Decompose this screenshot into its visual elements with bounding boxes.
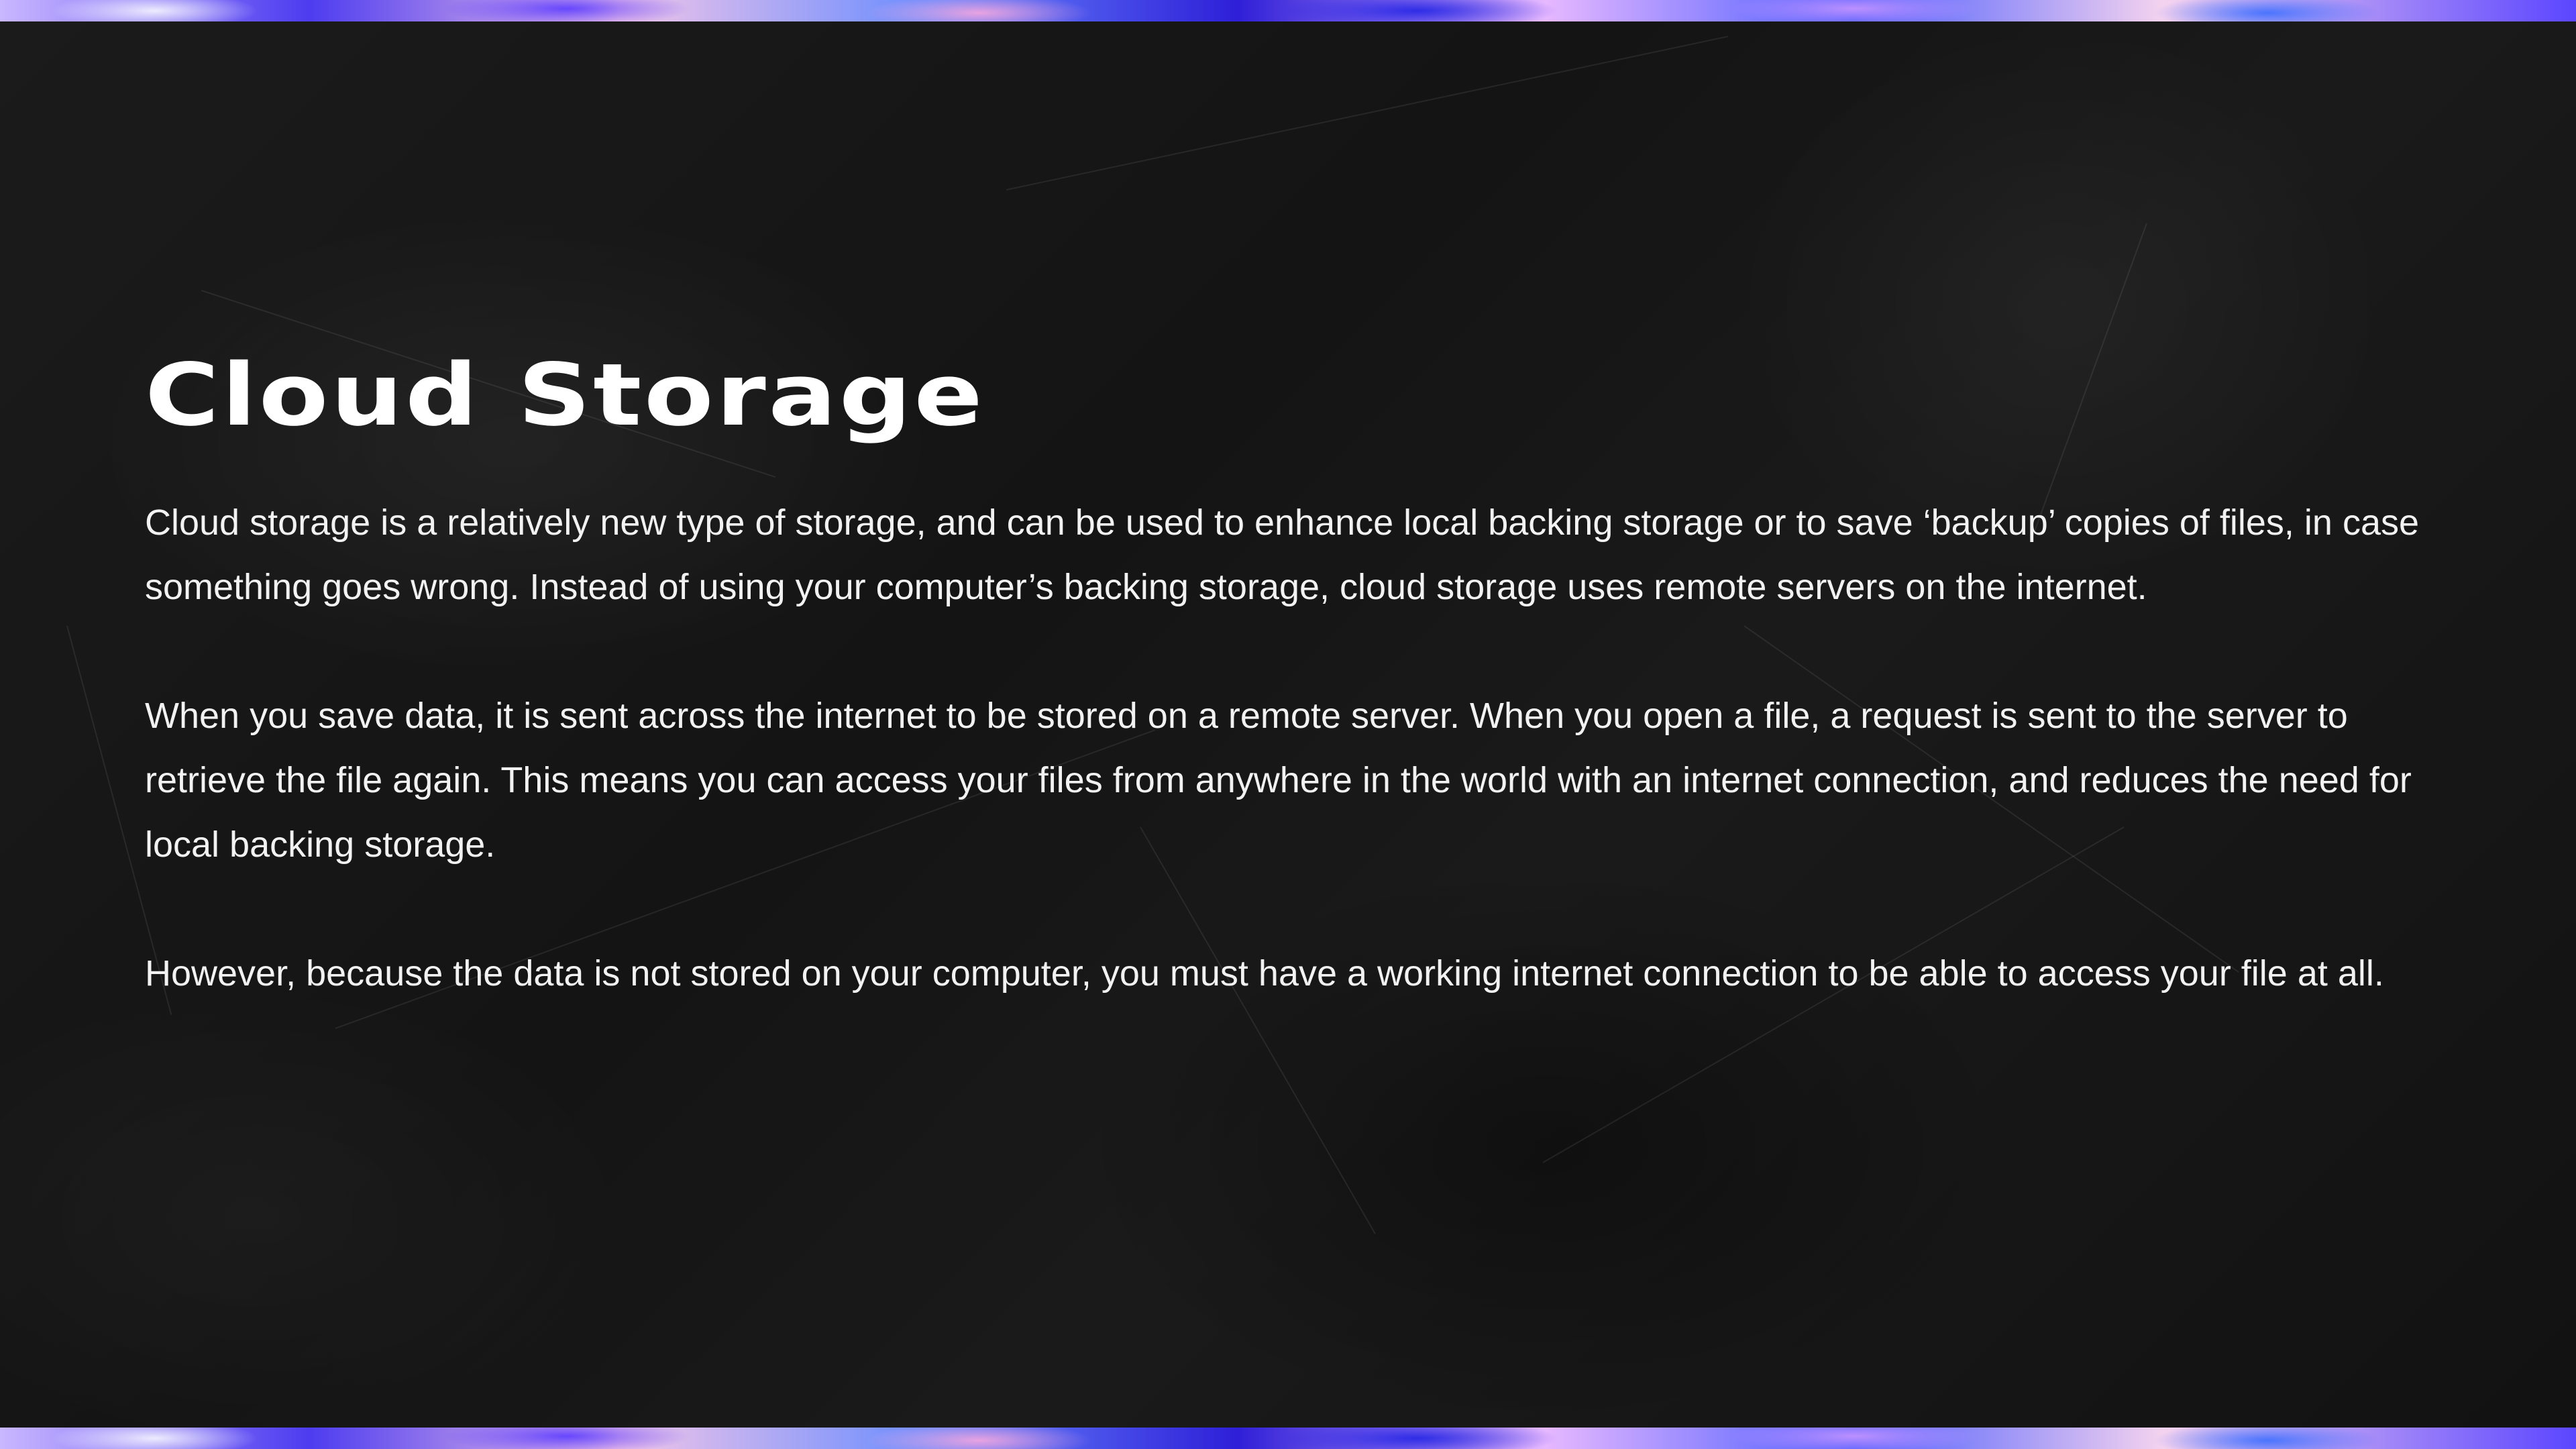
slide-title: Cloud Storage xyxy=(145,345,985,445)
slide: Cloud Storage Cloud storage is a relativ… xyxy=(0,0,2576,1449)
paragraph-drawback: However, because the data is not stored … xyxy=(145,953,2384,994)
slide-content: Cloud Storage Cloud storage is a relativ… xyxy=(145,348,2439,1070)
paragraph-intro: Cloud storage is a relatively new type o… xyxy=(145,502,2420,607)
bottom-decorative-border xyxy=(0,1428,2576,1449)
paragraph-how-it-works: When you save data, it is sent across th… xyxy=(145,695,2412,865)
top-decorative-border xyxy=(0,0,2576,21)
